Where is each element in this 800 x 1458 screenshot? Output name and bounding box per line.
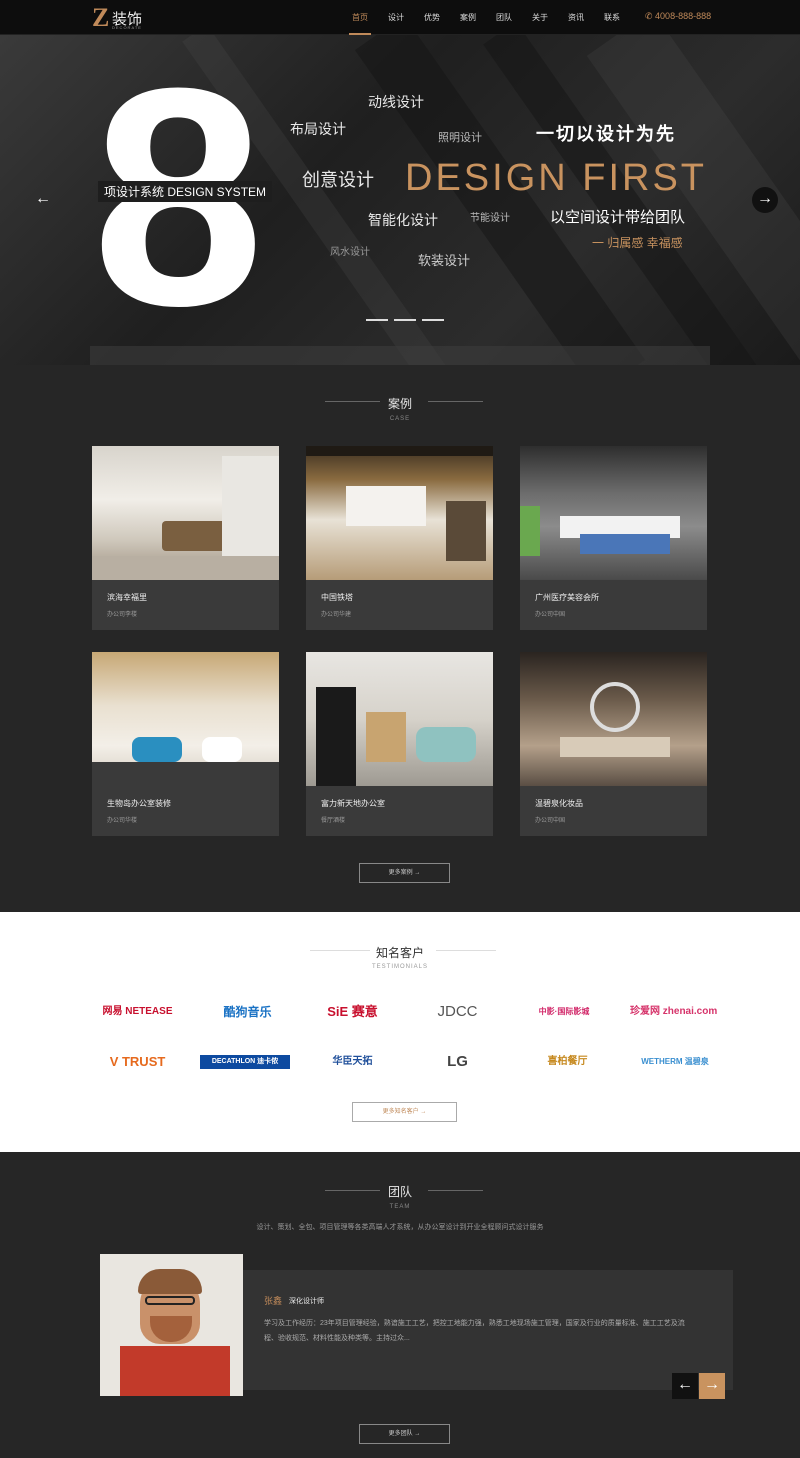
case-title: 滨海幸福里 bbox=[107, 593, 147, 602]
client-logo: 酷狗音乐 bbox=[223, 1005, 272, 1019]
nav-item-news[interactable]: 资讯 bbox=[561, 0, 591, 35]
hero-word: 创意设计 bbox=[302, 170, 374, 190]
cases-sub: CASE bbox=[389, 416, 411, 422]
system-label: 项设计系统 DESIGN SYSTEM bbox=[98, 181, 273, 202]
nav-item-home[interactable]: 首页 bbox=[345, 0, 375, 35]
case-card[interactable]: 富力新天地办公室 餐厅酒楼 bbox=[306, 652, 493, 836]
client-logo: JDCC bbox=[437, 1003, 478, 1020]
team-member-role: 深化设计师 bbox=[289, 1298, 324, 1305]
hero-word: 风水设计 bbox=[330, 247, 370, 258]
case-image bbox=[92, 446, 279, 580]
case-image bbox=[520, 446, 707, 580]
case-tag: 办公司中国 bbox=[535, 612, 566, 618]
team-next-arrow[interactable]: → bbox=[699, 1373, 725, 1399]
logo-sub: DECORATE bbox=[112, 25, 142, 30]
case-card[interactable]: 温碧泉化妆品 办公司中国 bbox=[520, 652, 707, 836]
hero-word: 照明设计 bbox=[438, 132, 482, 144]
client-logo: V TRUST bbox=[109, 1054, 166, 1069]
team-desc: 设计、策划、全包、项目管理等各类高端人才系统，从办公室设计到开业全程顾问式设计服… bbox=[256, 1224, 544, 1231]
nav-item-about[interactable]: 关于 bbox=[525, 0, 555, 35]
top-nav: Z 装饰 DECORATE 首页 设计 优势 案例 团队 关于 资讯 联系 ✆ … bbox=[0, 0, 800, 35]
case-tag: 办公司华楼 bbox=[107, 818, 138, 824]
client-logo: 珍爱网 zhenai.com bbox=[630, 1006, 718, 1017]
case-card[interactable]: 中国铁塔 办公司华建 bbox=[306, 446, 493, 630]
more-cases-button[interactable]: 更多案例 → bbox=[359, 863, 450, 883]
client-logo: DECATHLON 迪卡侬 bbox=[200, 1055, 290, 1069]
nav-item-team[interactable]: 团队 bbox=[489, 0, 519, 35]
case-image bbox=[92, 652, 279, 786]
client-logo: LG bbox=[447, 1053, 468, 1070]
client-logo: 喜柏餐厅 bbox=[547, 1056, 588, 1067]
case-title: 温碧泉化妆品 bbox=[535, 799, 583, 808]
carousel-dot[interactable] bbox=[366, 319, 388, 321]
carousel-dot[interactable] bbox=[422, 319, 444, 321]
hero-slogan-2: 以空间设计带给团队 bbox=[550, 209, 686, 226]
case-image bbox=[520, 652, 707, 786]
team-sub: TEAM bbox=[389, 1204, 411, 1210]
main-menu: 首页 设计 优势 案例 团队 关于 资讯 联系 bbox=[345, 0, 633, 35]
hero-next-arrow[interactable]: → bbox=[752, 187, 778, 213]
hero-word: 动线设计 bbox=[368, 94, 424, 110]
case-image bbox=[306, 652, 493, 786]
carousel-dot[interactable] bbox=[394, 319, 416, 321]
phone-number: ✆ 4008-888-888 bbox=[645, 11, 712, 21]
hero-word: 软装设计 bbox=[418, 253, 471, 268]
clients-sub: TESTIMONIALS bbox=[371, 964, 428, 970]
cases-title: 案例 bbox=[387, 397, 412, 411]
case-tag: 办公司华建 bbox=[321, 612, 352, 618]
case-card[interactable]: 生物岛办公室装修 办公司华楼 bbox=[92, 652, 279, 836]
case-tag: 办公司中国 bbox=[535, 818, 566, 824]
more-team-button[interactable]: 更多团队 → bbox=[359, 1424, 450, 1444]
team-member-bio: 学习及工作经历：23年项目管理经验，熟谙施工工艺，把控工地能力强，熟悉工地现场施… bbox=[264, 1320, 685, 1342]
case-image bbox=[306, 446, 493, 580]
team-member-name: 张鑫 bbox=[264, 1296, 283, 1306]
case-card[interactable]: 广州医疗美容会所 办公司中国 bbox=[520, 446, 707, 630]
case-title: 生物岛办公室装修 bbox=[107, 799, 171, 808]
phone-text: 4008-888-888 bbox=[655, 11, 712, 21]
hero-prev-arrow[interactable]: ← bbox=[30, 187, 56, 213]
case-title: 中国铁塔 bbox=[321, 593, 353, 602]
hero-word: 布局设计 bbox=[290, 121, 346, 137]
team-prev-arrow[interactable]: ← bbox=[672, 1373, 698, 1399]
nav-item-design[interactable]: 设计 bbox=[381, 0, 411, 35]
client-logo: 华臣天拓 bbox=[332, 1056, 373, 1067]
team-title: 团队 bbox=[387, 1185, 412, 1199]
client-logo: 中影·国际影城 bbox=[538, 1007, 590, 1016]
case-tag: 办公司李楼 bbox=[107, 612, 138, 618]
case-card[interactable]: 滨海幸福里 办公司李楼 bbox=[92, 446, 279, 630]
case-title: 广州医疗美容会所 bbox=[535, 593, 599, 602]
client-logo: WETHERM 温碧泉 bbox=[641, 1057, 709, 1066]
hero-design-first: DESIGN FIRST bbox=[405, 157, 708, 199]
clients-title: 知名客户 bbox=[375, 946, 424, 960]
nav-item-contact[interactable]: 联系 bbox=[597, 0, 627, 35]
hero-bottom-strip bbox=[90, 346, 710, 365]
hero-word: 节能设计 bbox=[470, 213, 510, 224]
case-title: 富力新天地办公室 bbox=[321, 799, 385, 808]
hero-word: 智能化设计 bbox=[368, 212, 438, 228]
client-logo: SiE 赛意 bbox=[327, 1004, 378, 1019]
nav-item-advantage[interactable]: 优势 bbox=[417, 0, 447, 35]
team-member-photo bbox=[100, 1254, 243, 1396]
more-clients-button[interactable]: 更多知名客户 → bbox=[352, 1102, 457, 1122]
carousel-dots bbox=[366, 319, 450, 321]
nav-item-cases[interactable]: 案例 bbox=[453, 0, 483, 35]
hero-banner: 8 项设计系统 DESIGN SYSTEM 动线设计 布局设计 照明设计 创意设… bbox=[0, 35, 800, 365]
hero-slogan-1: 一切以设计为先 bbox=[536, 124, 676, 144]
case-tag: 餐厅酒楼 bbox=[321, 818, 346, 824]
client-logo: 网易 NETEASE bbox=[102, 1006, 173, 1017]
hero-slogan-3: 一 归属感 幸福感 bbox=[592, 236, 683, 250]
logo-letter: Z bbox=[92, 3, 110, 32]
